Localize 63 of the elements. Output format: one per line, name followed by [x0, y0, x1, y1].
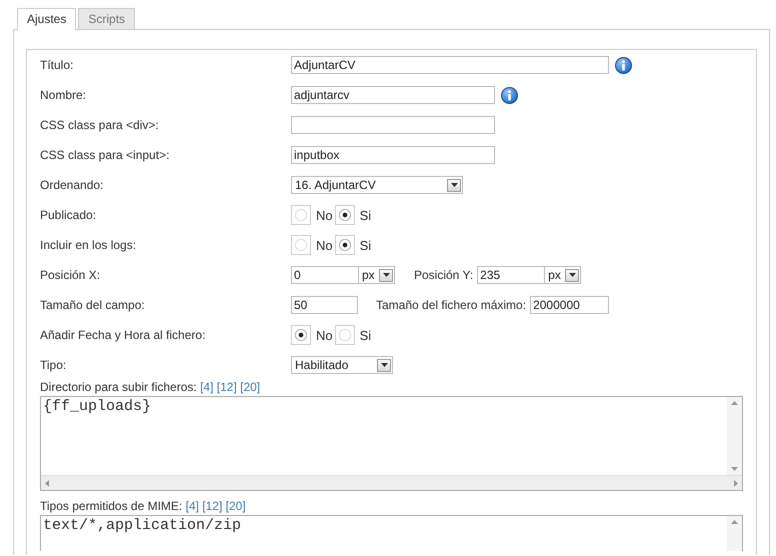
info-icon[interactable]	[501, 86, 518, 104]
caret-icon	[447, 178, 461, 192]
horizontal-scrollbar[interactable]	[41, 475, 742, 490]
dropdown[interactable]: Habilitado	[291, 356, 393, 374]
radio-button[interactable]	[334, 325, 355, 345]
vertical-scrollbar[interactable]	[727, 397, 742, 475]
radio-button[interactable]	[291, 235, 311, 255]
field-label: Posición X:	[40, 268, 102, 282]
field-label: Tipos permitidos de MIME:	[40, 499, 182, 513]
option-label: Si	[360, 238, 372, 252]
size-link[interactable]: [12]	[216, 380, 237, 394]
tab[interactable]: Scripts	[78, 8, 136, 30]
scroll-left-icon[interactable]	[45, 480, 49, 486]
radio-button[interactable]	[291, 325, 311, 345]
option-label: No	[316, 328, 333, 342]
text-field[interactable]: AdjuntarCV	[291, 56, 609, 74]
field-label: Incluir en los logs:	[40, 238, 138, 252]
field-label: CSS class para <input>:	[40, 148, 170, 162]
field-label: Posición Y:	[414, 268, 474, 282]
option-label: Si	[360, 328, 372, 342]
field-label: Tipo:	[40, 358, 68, 372]
dropdown[interactable]: 16. AdjuntarCV	[291, 176, 463, 194]
text-field[interactable]: 235	[477, 266, 546, 284]
text-field[interactable]: 0	[291, 266, 359, 284]
size-link[interactable]: [20]	[226, 499, 246, 513]
field-label: CSS class para <div>:	[40, 118, 160, 132]
caret-icon	[565, 268, 580, 282]
field-label: Publicado:	[40, 208, 98, 222]
size-link[interactable]: [12]	[202, 499, 222, 513]
field-label: Añadir Fecha y Hora al fichero:	[40, 328, 206, 342]
field-label: Ordenando:	[40, 178, 104, 192]
radio-button[interactable]	[334, 235, 355, 255]
scroll-up-icon[interactable]	[731, 401, 738, 405]
radio-button[interactable]	[334, 205, 355, 225]
text-area[interactable]: text/*,application/zip	[40, 515, 743, 551]
field-label: Directorio para subir ficheros:	[40, 380, 197, 394]
scroll-up-icon[interactable]	[731, 520, 738, 524]
info-icon[interactable]	[615, 56, 632, 74]
field-label: Tamaño del campo:	[40, 298, 146, 312]
dropdown[interactable]: px	[544, 266, 582, 284]
text-field[interactable]: 2000000	[530, 296, 610, 314]
option-label: No	[316, 238, 333, 252]
caret-icon	[379, 268, 393, 282]
scroll-down-icon[interactable]	[731, 467, 738, 471]
size-link[interactable]: [4]	[186, 499, 199, 513]
size-link[interactable]: [4]	[200, 380, 214, 394]
text-field[interactable]: adjuntarcv	[291, 86, 495, 104]
vertical-scrollbar[interactable]	[727, 516, 742, 551]
text-field[interactable]: 50	[291, 296, 358, 314]
text-area[interactable]: {ff_uploads}	[40, 396, 743, 491]
radio-button[interactable]	[291, 205, 311, 225]
text-field[interactable]	[291, 116, 495, 134]
text-field[interactable]: inputbox	[291, 146, 495, 164]
field-label: Título:	[40, 58, 74, 72]
field-label: Tamaño del fichero máximo:	[376, 298, 526, 312]
scroll-right-icon[interactable]	[734, 480, 738, 486]
option-label: No	[316, 208, 333, 222]
dropdown[interactable]: px	[358, 266, 395, 284]
caret-icon	[377, 358, 391, 372]
field-label: Nombre:	[40, 88, 88, 102]
option-label: Si	[360, 208, 372, 222]
size-link[interactable]: [20]	[240, 380, 260, 394]
tab[interactable]: Ajustes	[17, 8, 76, 31]
